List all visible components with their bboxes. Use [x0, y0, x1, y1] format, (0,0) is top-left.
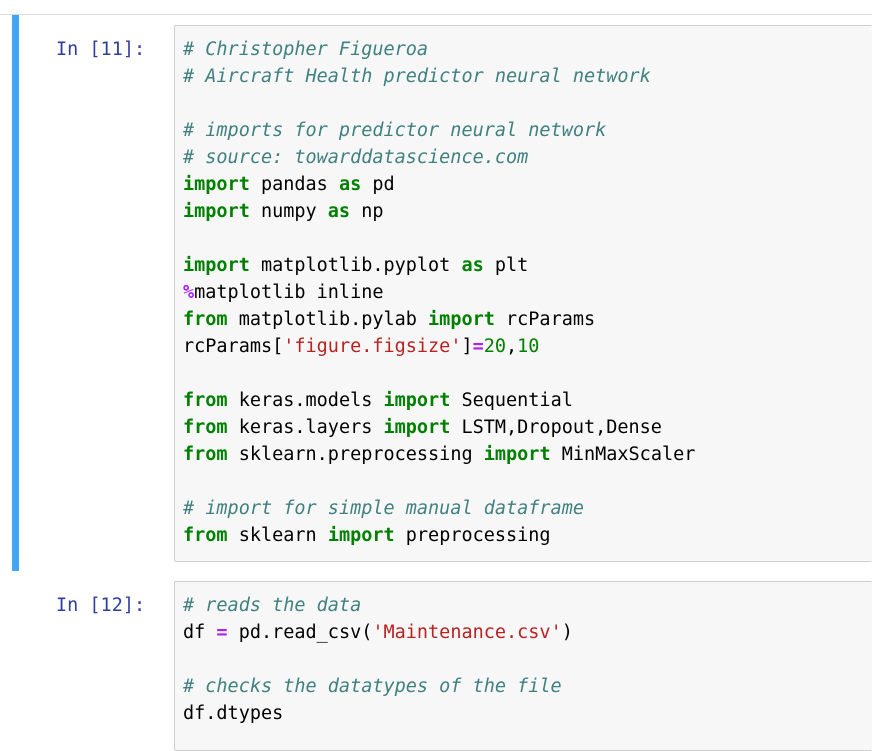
- code-line: df.dtypes: [183, 700, 573, 727]
- code-cell[interactable]: In [12]: # reads the data df = pd.read_cs…: [0, 571, 872, 751]
- code-line: import numpy as np: [183, 198, 695, 225]
- code-input-area[interactable]: # Christopher Figueroa # Aircraft Health …: [174, 25, 872, 562]
- code-token-name: pd.read_csv(: [227, 622, 373, 643]
- code-line: # source: towarddatascience.com: [183, 144, 695, 171]
- code-token-name: Sequential: [450, 390, 573, 411]
- code-line: from keras.layers import LSTM,Dropout,De…: [183, 414, 695, 441]
- code-token-name: matplotlib inline: [194, 282, 384, 303]
- code-editor[interactable]: # Christopher Figueroa # Aircraft Health …: [183, 36, 695, 549]
- code-token-name: df.dtypes: [183, 703, 284, 724]
- code-token-kw: as: [338, 174, 362, 195]
- code-token-kw: from: [183, 417, 228, 438]
- code-line: from sklearn import preprocessing: [183, 522, 695, 549]
- code-token-comment: # imports for predictor neural network: [183, 120, 607, 141]
- code-line: df = pd.read_csv('Maintenance.csv'): [183, 619, 573, 646]
- code-line: # import for simple manual dataframe: [183, 495, 695, 522]
- code-line: %matplotlib inline: [183, 279, 695, 306]
- code-line: # reads the data: [183, 592, 573, 619]
- code-token-op: %: [183, 282, 195, 303]
- code-line: # imports for predictor neural network: [183, 117, 695, 144]
- code-token-name: numpy: [249, 201, 328, 222]
- code-token-comment: # Aircraft Health predictor neural netwo…: [183, 66, 651, 87]
- code-line: # checks the datatypes of the file: [183, 673, 573, 700]
- code-input-area[interactable]: # reads the data df = pd.read_csv('Mainte…: [174, 581, 872, 751]
- code-token-name: ,: [506, 336, 518, 357]
- code-line: from matplotlib.pylab import rcParams: [183, 306, 695, 333]
- code-token-kw: import: [428, 309, 495, 330]
- input-prompt: In [12]:: [56, 595, 146, 616]
- code-token-name: LSTM,Dropout,Dense: [450, 417, 662, 438]
- code-token-kw: as: [461, 255, 484, 276]
- code-token-kw: from: [183, 444, 228, 465]
- code-token-kw: import: [383, 417, 451, 438]
- code-token-kw: from: [183, 390, 228, 411]
- code-token-name: df: [183, 622, 217, 643]
- code-token-kw: from: [183, 309, 228, 330]
- code-token-name: pd: [361, 174, 395, 195]
- code-token-name: plt: [483, 255, 529, 276]
- code-line: from sklearn.preprocessing import MinMax…: [183, 441, 695, 468]
- code-token-kw: import: [327, 525, 395, 546]
- code-token-name: rcParams[: [183, 336, 284, 357]
- input-prompt: In [11]:: [56, 39, 146, 60]
- code-token-kw: import: [383, 390, 451, 411]
- code-token-op: =: [216, 622, 228, 643]
- code-token-kw: import: [183, 201, 250, 222]
- cell-selection-indicator: [12, 15, 19, 571]
- code-token-name: ]: [461, 336, 473, 357]
- code-token-str: 'Maintenance.csv': [372, 622, 562, 643]
- code-line: # Christopher Figueroa: [183, 36, 695, 63]
- code-line: rcParams['figure.figsize']=20,10: [183, 333, 695, 360]
- code-token-name: ): [561, 622, 573, 643]
- code-token-num: 10: [517, 336, 540, 357]
- code-token-kw: import: [183, 174, 250, 195]
- code-token-comment: # reads the data: [183, 595, 362, 616]
- code-token-kw: import: [183, 255, 250, 276]
- code-token-kw: import: [483, 444, 551, 465]
- code-token-comment: # Christopher Figueroa: [183, 39, 429, 60]
- code-editor[interactable]: # reads the data df = pd.read_csv('Mainte…: [183, 592, 573, 727]
- code-token-name: matplotlib.pyplot: [249, 255, 462, 276]
- code-token-name: keras.models: [227, 390, 384, 411]
- code-token-name: sklearn: [227, 525, 328, 546]
- code-token-name: MinMaxScaler: [550, 444, 696, 465]
- code-token-comment: # import for simple manual dataframe: [183, 498, 584, 519]
- code-token-comment: # checks the datatypes of the file: [183, 676, 562, 697]
- code-token-name: np: [350, 201, 384, 222]
- code-line: import matplotlib.pyplot as plt: [183, 252, 695, 279]
- code-token-str: 'figure.figsize': [283, 336, 462, 357]
- code-token-name: rcParams: [494, 309, 596, 330]
- code-token-num: 20: [483, 336, 507, 357]
- code-token-name: sklearn.preprocessing: [227, 444, 484, 465]
- code-token-comment: # source: towarddatascience.com: [183, 147, 529, 168]
- code-token-name: preprocessing: [394, 525, 551, 546]
- code-line: # Aircraft Health predictor neural netwo…: [183, 63, 695, 90]
- code-token-name: matplotlib.pylab: [227, 309, 429, 330]
- code-token-kw: as: [327, 201, 351, 222]
- code-line: import pandas as pd: [183, 171, 695, 198]
- code-cell-selected[interactable]: In [11]: # Christopher Figueroa # Aircraf…: [0, 15, 872, 571]
- code-token-kw: from: [183, 525, 228, 546]
- code-line: from keras.models import Sequential: [183, 387, 695, 414]
- code-token-name: keras.layers: [227, 417, 384, 438]
- code-token-op: =: [472, 336, 484, 357]
- code-token-name: pandas: [249, 174, 339, 195]
